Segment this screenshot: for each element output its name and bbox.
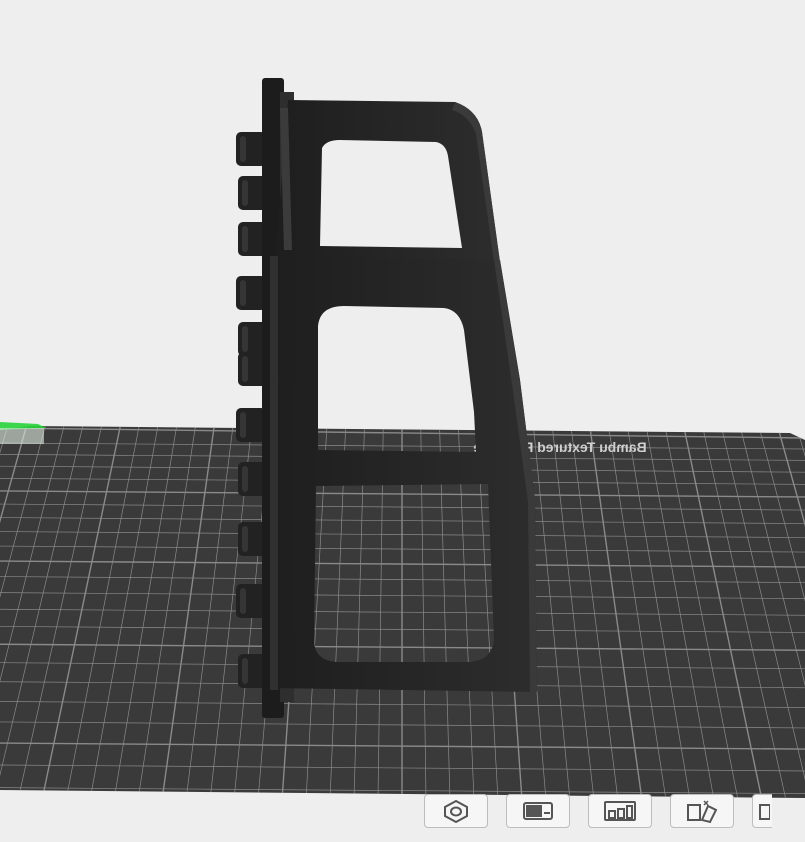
split-button[interactable]	[670, 794, 734, 828]
more-icon	[758, 804, 770, 820]
model-peg-highlight	[242, 658, 248, 684]
3d-viewport[interactable]: Bambu Textured PEI Plate	[0, 0, 805, 842]
scene-canvas[interactable]: Bambu Textured PEI Plate	[0, 0, 805, 842]
model-lower-left-edge	[270, 256, 278, 690]
model-peg-highlight	[242, 226, 248, 252]
arrange-icon	[523, 802, 553, 820]
origin-axis-shadow	[0, 428, 44, 444]
bottom-toolbar	[424, 792, 772, 830]
model-upper-frame	[275, 100, 500, 262]
layout-button[interactable]	[588, 794, 652, 828]
arrange-button[interactable]	[506, 794, 570, 828]
more-button[interactable]	[752, 794, 772, 828]
orient-icon	[444, 799, 468, 824]
layout-icon	[604, 801, 636, 821]
model-peg-highlight	[242, 466, 248, 492]
split-icon	[687, 800, 718, 824]
model-peg-highlight	[240, 412, 246, 438]
auto-orient-button[interactable]	[424, 794, 488, 828]
model-peg-highlight	[240, 588, 246, 614]
model-peg-highlight	[240, 136, 246, 162]
model-peg-highlight	[242, 326, 248, 352]
model-peg-highlight	[242, 180, 248, 206]
model-peg-highlight	[242, 526, 248, 552]
model-peg-highlight	[240, 280, 246, 306]
model-peg-highlight	[242, 356, 248, 382]
